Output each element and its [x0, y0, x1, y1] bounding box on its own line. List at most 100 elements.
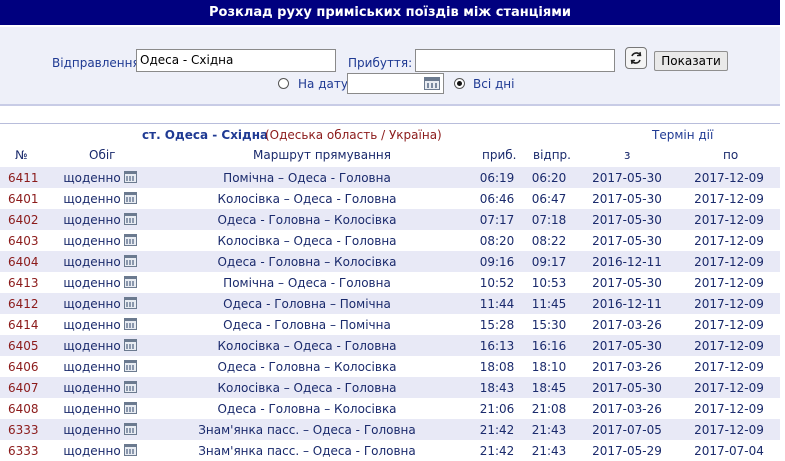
circulation-text: щоденно	[63, 296, 121, 311]
departure-time: 15:30	[522, 314, 576, 335]
train-number[interactable]: 6333	[0, 440, 58, 461]
route-cell[interactable]: Помічна – Одеса - Головна	[142, 272, 472, 293]
circulation-text: щоденно	[63, 401, 121, 416]
calendar-icon[interactable]	[123, 275, 137, 288]
calendar-icon[interactable]	[424, 77, 440, 90]
table-row[interactable]: 6411 щоденно Помічна – Одеса - Головна 06:1…	[0, 167, 780, 188]
departure-input[interactable]: Одеса - Східна	[136, 49, 336, 72]
circulation-text: щоденно	[63, 254, 121, 269]
table-row[interactable]: 6405 щоденно Колосівка – Одеса - Головна 16…	[0, 335, 780, 356]
arrival-time: 21:06	[472, 398, 522, 419]
train-number[interactable]: 6413	[0, 272, 58, 293]
table-row[interactable]: 6401 щоденно Колосівка – Одеса - Головна 06…	[0, 188, 780, 209]
table-row[interactable]: 6403 щоденно Колосівка – Одеса - Головна 08…	[0, 230, 780, 251]
route-cell[interactable]: Одеса - Головна – Колосівка	[142, 209, 472, 230]
valid-from: 2017-03-26	[576, 398, 678, 419]
show-button[interactable]: Показати	[654, 51, 728, 71]
table-row[interactable]: 6408 щоденно Одеса - Головна – Колосівка 21…	[0, 398, 780, 419]
route-cell[interactable]: Знам'янка пасс. – Одеса - Головна	[142, 419, 472, 440]
calendar-icon[interactable]	[123, 317, 137, 330]
calendar-icon[interactable]	[123, 359, 137, 372]
calendar-icon[interactable]	[123, 296, 137, 309]
train-number[interactable]: 6404	[0, 251, 58, 272]
route-cell[interactable]: Одеса - Головна – Помічна	[142, 293, 472, 314]
route-cell[interactable]: Одеса - Головна – Колосівка	[142, 251, 472, 272]
arrival-input[interactable]	[415, 49, 615, 72]
train-number[interactable]: 6408	[0, 398, 58, 419]
route-cell[interactable]: Колосівка – Одеса - Головна	[142, 230, 472, 251]
train-number[interactable]: 6412	[0, 293, 58, 314]
station-region: (Одеська область / Україна)	[265, 128, 442, 142]
valid-to: 2017-12-09	[678, 335, 780, 356]
table-row[interactable]: 6402 щоденно Одеса - Головна – Колосівка 07…	[0, 209, 780, 230]
all-days-radio[interactable]	[454, 78, 465, 89]
circulation-text: щоденно	[63, 191, 121, 206]
calendar-icon[interactable]	[123, 254, 137, 267]
calendar-icon[interactable]	[123, 401, 137, 414]
train-number[interactable]: 6402	[0, 209, 58, 230]
train-number[interactable]: 6406	[0, 356, 58, 377]
departure-time: 21:08	[522, 398, 576, 419]
departure-time: 08:22	[522, 230, 576, 251]
calendar-icon[interactable]	[123, 212, 137, 225]
valid-from: 2017-03-26	[576, 314, 678, 335]
route-cell[interactable]: Одеса - Головна – Колосівка	[142, 398, 472, 419]
route-cell[interactable]: Колосівка – Одеса - Головна	[142, 188, 472, 209]
calendar-icon[interactable]	[123, 338, 137, 351]
col-departure: відпр.	[533, 148, 571, 162]
circulation-text: щоденно	[63, 275, 121, 290]
arrival-time: 08:20	[472, 230, 522, 251]
train-number[interactable]: 6403	[0, 230, 58, 251]
calendar-icon[interactable]	[123, 443, 137, 456]
table-row[interactable]: 6333 щоденно Знам'янка пасс. – Одеса - Гол…	[0, 440, 780, 461]
circulation-text: щоденно	[63, 233, 121, 248]
calendar-icon[interactable]	[123, 170, 137, 183]
train-number[interactable]: 6405	[0, 335, 58, 356]
valid-from: 2017-05-30	[576, 230, 678, 251]
circulation-text: щоденно	[63, 317, 121, 332]
calendar-icon[interactable]	[123, 422, 137, 435]
station-name: ст. Одеса - Східна	[142, 128, 269, 142]
route-cell[interactable]: Знам'янка пасс. – Одеса - Головна	[142, 440, 472, 461]
calendar-icon[interactable]	[123, 380, 137, 393]
table-row[interactable]: 6333 щоденно Знам'янка пасс. – Одеса - Гол…	[0, 419, 780, 440]
swap-stations-button[interactable]	[625, 47, 647, 69]
train-number[interactable]: 6333	[0, 419, 58, 440]
train-number[interactable]: 6411	[0, 167, 58, 188]
valid-to: 2017-12-09	[678, 188, 780, 209]
arrival-time: 18:08	[472, 356, 522, 377]
calendar-icon[interactable]	[123, 191, 137, 204]
table-row[interactable]: 6413 щоденно Помічна – Одеса - Головна 10:5…	[0, 272, 780, 293]
train-number[interactable]: 6414	[0, 314, 58, 335]
valid-from: 2017-05-29	[576, 440, 678, 461]
departure-time: 06:47	[522, 188, 576, 209]
circulation-text: щоденно	[63, 338, 121, 353]
departure-time: 21:43	[522, 440, 576, 461]
circulation-cell: щоденно	[58, 419, 142, 440]
on-date-radio[interactable]	[278, 78, 289, 89]
route-cell[interactable]: Помічна – Одеса - Головна	[142, 167, 472, 188]
col-circulation: Обіг	[89, 148, 116, 162]
circulation-cell: щоденно	[58, 377, 142, 398]
table-row[interactable]: 6404 щоденно Одеса - Головна – Колосівка 09…	[0, 251, 780, 272]
valid-to: 2017-12-09	[678, 377, 780, 398]
valid-to: 2017-12-09	[678, 209, 780, 230]
train-number[interactable]: 6401	[0, 188, 58, 209]
valid-from: 2016-12-11	[576, 293, 678, 314]
circulation-cell: щоденно	[58, 188, 142, 209]
route-cell[interactable]: Одеса - Головна – Помічна	[142, 314, 472, 335]
table-row[interactable]: 6407 щоденно Колосівка – Одеса - Головна 18…	[0, 377, 780, 398]
train-number[interactable]: 6407	[0, 377, 58, 398]
route-cell[interactable]: Одеса - Головна – Колосівка	[142, 356, 472, 377]
table-row[interactable]: 6406 щоденно Одеса - Головна – Колосівка 18…	[0, 356, 780, 377]
arrival-time: 21:42	[472, 440, 522, 461]
route-cell[interactable]: Колосівка – Одеса - Головна	[142, 377, 472, 398]
circulation-cell: щоденно	[58, 251, 142, 272]
circulation-cell: щоденно	[58, 230, 142, 251]
route-cell[interactable]: Колосівка – Одеса - Головна	[142, 335, 472, 356]
departure-time: 10:53	[522, 272, 576, 293]
table-row[interactable]: 6412 щоденно Одеса - Головна – Помічна 11:4…	[0, 293, 780, 314]
table-row[interactable]: 6414 щоденно Одеса - Головна – Помічна 15:2…	[0, 314, 780, 335]
departure-time: 11:45	[522, 293, 576, 314]
calendar-icon[interactable]	[123, 233, 137, 246]
